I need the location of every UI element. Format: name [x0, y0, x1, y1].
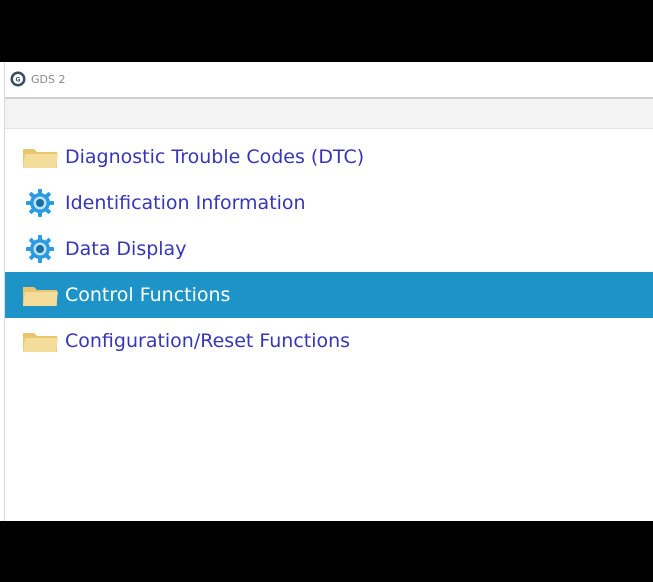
menu-item-label: Control Functions	[65, 284, 231, 306]
window-title: GDS 2	[31, 72, 66, 86]
menu-item-label: Diagnostic Trouble Codes (DTC)	[65, 146, 365, 168]
letterbox-top	[0, 0, 653, 62]
menu-item-label: Configuration/Reset Functions	[65, 330, 351, 352]
menu-item-dtc[interactable]: Diagnostic Trouble Codes (DTC)	[5, 134, 653, 180]
menu-item-identification[interactable]: Identification Information	[5, 180, 653, 226]
menu-item-control-functions[interactable]: Control Functions	[5, 272, 653, 318]
menu-item-configuration-reset[interactable]: Configuration/Reset Functions	[5, 318, 653, 364]
menu-list: Diagnostic Trouble Codes (DTC) Identific…	[5, 134, 653, 364]
letterbox-bottom	[0, 521, 653, 582]
gds2-window: G GDS 2 Diagnostic Trouble Codes (DTC) I…	[4, 62, 653, 521]
menu-item-label: Identification Information	[65, 192, 306, 214]
gear-icon	[19, 187, 61, 219]
menu-item-label: Data Display	[65, 238, 187, 260]
gds2-logo-icon: G	[9, 70, 27, 88]
toolbar	[5, 97, 653, 129]
svg-text:G: G	[16, 77, 21, 84]
folder-icon	[19, 279, 61, 311]
menu-item-data-display[interactable]: Data Display	[5, 226, 653, 272]
folder-icon	[19, 141, 61, 173]
gear-icon	[19, 233, 61, 265]
folder-icon	[19, 325, 61, 357]
title-bar: G GDS 2	[5, 62, 653, 96]
